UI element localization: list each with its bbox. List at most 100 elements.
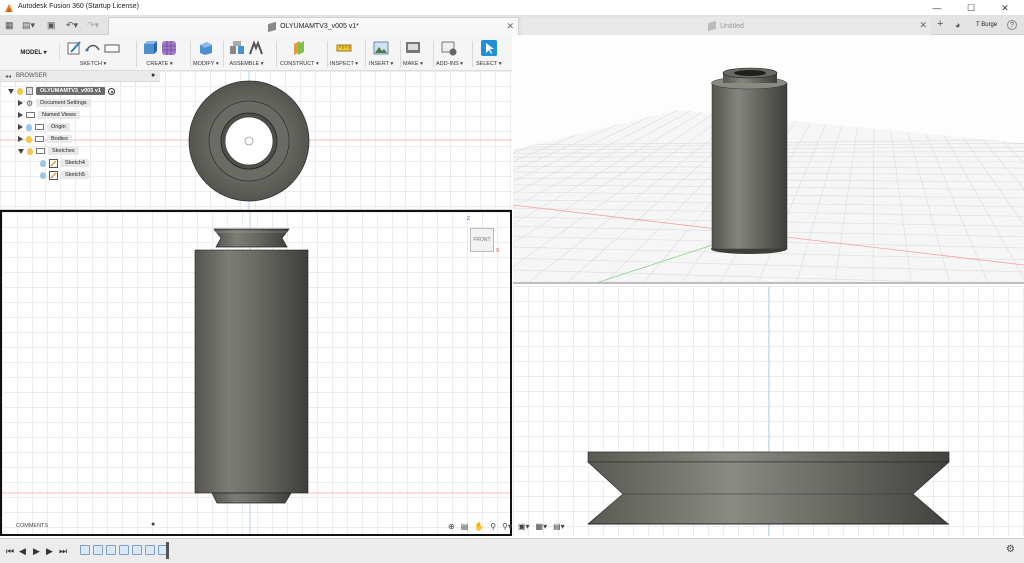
- tree-item-label[interactable]: Sketches: [48, 147, 79, 155]
- tree-root[interactable]: OLYUMAMTV3_v005 v1: [8, 85, 158, 97]
- tree-item-sketch5[interactable]: Sketch5: [8, 169, 158, 181]
- tree-item-bodies[interactable]: Bodies: [8, 133, 158, 145]
- visibility-bulb-icon[interactable]: [26, 123, 32, 131]
- grid-menu-icon[interactable]: ▦: [5, 20, 14, 31]
- addins-menu[interactable]: ADD-INS ▾: [436, 61, 463, 67]
- insert-image-icon[interactable]: [373, 40, 389, 56]
- tree-item-label[interactable]: Named Views: [38, 111, 80, 119]
- visibility-bulb-icon[interactable]: [27, 147, 33, 155]
- comments-pin-icon[interactable]: ●: [151, 521, 155, 528]
- expand-icon[interactable]: [18, 100, 23, 106]
- construct-menu[interactable]: CONSTRUCT ▾: [280, 61, 319, 67]
- rectangle-icon[interactable]: [104, 40, 120, 56]
- expand-icon[interactable]: [18, 148, 24, 154]
- file-menu-icon[interactable]: ▤▾: [22, 20, 35, 31]
- inspect-group[interactable]: INSPECT ▾: [330, 37, 358, 70]
- create-sketch-icon[interactable]: [66, 40, 82, 56]
- 3d-print-icon[interactable]: [405, 40, 421, 56]
- step-back-icon[interactable]: ◀: [19, 546, 26, 557]
- undo-icon[interactable]: ↶▾: [66, 20, 78, 31]
- save-icon[interactable]: ▣: [47, 20, 56, 31]
- new-component-icon[interactable]: [229, 40, 245, 56]
- viewcube[interactable]: FRONT: [470, 228, 494, 252]
- press-pull-icon[interactable]: [198, 40, 214, 56]
- measure-icon[interactable]: [336, 40, 352, 56]
- form-icon[interactable]: [161, 40, 177, 56]
- tab-active-document[interactable]: OLYUMAMTV3_v005 v1* ✕: [108, 17, 519, 35]
- pan-hand-icon[interactable]: ✋: [474, 522, 484, 531]
- timeline-feature-extrude[interactable]: [106, 545, 116, 555]
- insert-menu[interactable]: INSERT ▾: [369, 61, 393, 67]
- tree-item-label[interactable]: Document Settings: [36, 99, 91, 107]
- visibility-bulb-icon[interactable]: [26, 135, 32, 143]
- gear-icon[interactable]: ⚙: [1006, 544, 1015, 555]
- modify-group[interactable]: MODIFY ▾: [193, 37, 219, 70]
- viewport-closeup[interactable]: [513, 286, 1024, 536]
- make-group[interactable]: MAKE ▾: [403, 37, 423, 70]
- new-tab-button[interactable]: +: [937, 18, 943, 30]
- tab-close-icon[interactable]: ✕: [919, 20, 927, 31]
- front-view-canvas[interactable]: [2, 212, 510, 534]
- job-status-icon[interactable]: ◕: [955, 20, 960, 30]
- sketch-group[interactable]: SKETCH ▾: [66, 37, 120, 70]
- tree-item-label[interactable]: Sketch5: [61, 171, 89, 179]
- tree-item-sketches[interactable]: Sketches: [8, 145, 158, 157]
- assemble-menu[interactable]: ASSEMBLE ▾: [230, 61, 264, 67]
- collapse-icon[interactable]: ◂◂: [5, 73, 11, 80]
- tree-item-origin[interactable]: Origin: [8, 121, 158, 133]
- comments-bar[interactable]: COMMENTS ●: [0, 520, 160, 532]
- grid-settings-icon[interactable]: ▦▾: [536, 522, 548, 531]
- tab-close-icon[interactable]: ✕: [506, 21, 514, 32]
- timeline-feature-revolve[interactable]: [132, 545, 142, 555]
- browser-header[interactable]: ◂◂ BROWSER ●: [0, 71, 160, 82]
- modify-menu[interactable]: MODIFY ▾: [193, 61, 219, 67]
- visibility-bulb-icon[interactable]: [17, 87, 23, 95]
- viewports-icon[interactable]: ▤▾: [553, 522, 565, 531]
- tree-item-label[interactable]: Bodies: [47, 135, 72, 143]
- browser-pin-icon[interactable]: ●: [151, 72, 155, 79]
- zoom-icon[interactable]: ⚲: [490, 522, 496, 531]
- line-icon[interactable]: [85, 40, 101, 56]
- tree-item-label[interactable]: Origin: [47, 123, 70, 131]
- closeup-canvas[interactable]: [513, 286, 1024, 536]
- addins-group[interactable]: ADD-INS ▾: [436, 37, 463, 70]
- viewport-front[interactable]: FRONT Z X: [0, 210, 512, 536]
- tree-item-document-settings[interactable]: ⚙ Document Settings: [8, 97, 158, 109]
- expand-icon[interactable]: [18, 136, 23, 142]
- joint-icon[interactable]: [248, 40, 264, 56]
- go-to-start-icon[interactable]: ⏮: [6, 546, 14, 557]
- timeline-feature-sketch[interactable]: [93, 545, 103, 555]
- timeline-feature-extrude[interactable]: [145, 545, 155, 555]
- select-cursor-icon[interactable]: [480, 40, 497, 56]
- tree-item-sketch4[interactable]: Sketch4: [8, 157, 158, 169]
- workspace-switcher[interactable]: MODEL ▾: [8, 43, 60, 61]
- display-settings-icon[interactable]: ▣▾: [518, 522, 530, 531]
- offset-plane-icon[interactable]: [291, 40, 307, 56]
- go-to-end-icon[interactable]: ⏭: [59, 546, 67, 557]
- user-name[interactable]: T Burge: [976, 22, 997, 28]
- redo-icon[interactable]: ↷▾: [87, 20, 99, 31]
- insert-group[interactable]: INSERT ▾: [369, 37, 393, 70]
- close-window-button[interactable]: ✕: [988, 0, 1022, 16]
- step-forward-icon[interactable]: ▶: [46, 546, 53, 557]
- scripts-addins-icon[interactable]: [441, 40, 457, 56]
- create-menu[interactable]: CREATE ▾: [146, 61, 172, 67]
- select-group[interactable]: SELECT ▾: [476, 37, 502, 70]
- visibility-bulb-icon[interactable]: [40, 159, 46, 167]
- play-icon[interactable]: ▶: [33, 546, 40, 557]
- minimize-button[interactable]: —: [920, 0, 954, 16]
- create-group[interactable]: CREATE ▾: [142, 37, 177, 70]
- select-menu[interactable]: SELECT ▾: [476, 61, 502, 67]
- tree-item-named-views[interactable]: Named Views: [8, 109, 158, 121]
- construct-group[interactable]: CONSTRUCT ▾: [280, 37, 319, 70]
- timeline-marker[interactable]: [166, 542, 169, 559]
- maximize-button[interactable]: ☐: [954, 0, 988, 16]
- sketch-menu[interactable]: SKETCH ▾: [80, 61, 107, 67]
- viewport-perspective[interactable]: [513, 35, 1024, 284]
- timeline-feature-sketch[interactable]: [80, 545, 90, 555]
- root-component-label[interactable]: OLYUMAMTV3_v005 v1: [36, 87, 105, 95]
- expand-icon[interactable]: [18, 124, 23, 130]
- expand-icon[interactable]: [8, 88, 14, 94]
- look-at-icon[interactable]: ▤: [461, 522, 469, 531]
- expand-icon[interactable]: [18, 112, 23, 118]
